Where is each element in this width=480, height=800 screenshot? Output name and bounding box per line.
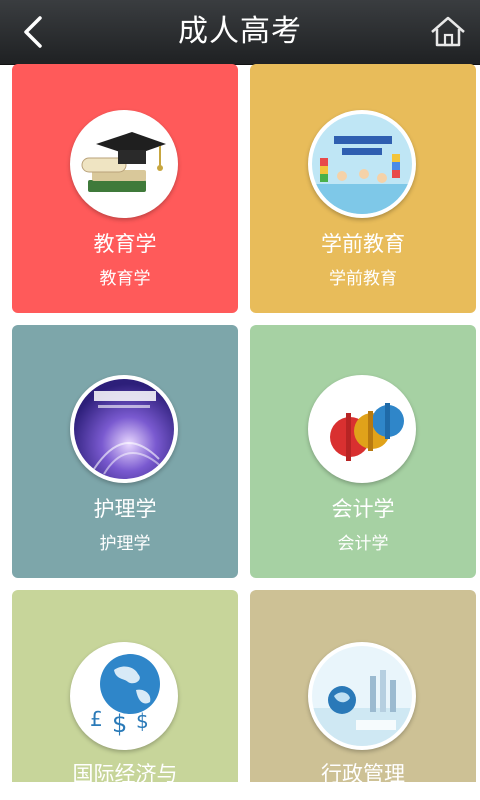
course-card-nursing[interactable]: 护理学 护理学	[12, 325, 238, 578]
course-avatar	[308, 375, 416, 483]
course-title: 教育学	[93, 232, 157, 256]
course-card-economics[interactable]: £ $ $ 国际经济与	[12, 590, 238, 800]
course-grid: 教育学 教育学 学前教育 学前教育 护理学 护理学 会计学 会计学 £ $ $ …	[0, 64, 480, 800]
course-card-education[interactable]: 教育学 教育学	[12, 64, 238, 313]
course-avatar	[308, 110, 416, 218]
graduation-cap-books-image	[74, 114, 174, 214]
svg-text:£: £	[90, 707, 103, 731]
course-title: 护理学	[93, 497, 157, 521]
course-title: 学前教育	[321, 232, 405, 256]
course-subtitle: 护理学	[99, 534, 151, 554]
course-title: 会计学	[331, 497, 395, 521]
currency-symbols-image	[312, 379, 412, 479]
home-button[interactable]	[428, 12, 468, 52]
bottom-strip	[0, 782, 480, 800]
home-icon	[431, 16, 465, 47]
course-card-admin[interactable]: 行政管理	[250, 590, 476, 800]
course-avatar	[70, 110, 178, 218]
course-avatar	[308, 642, 416, 750]
course-avatar: £ $ $	[70, 642, 178, 750]
course-subtitle: 会计学	[337, 534, 389, 554]
children-blocks-image	[312, 114, 412, 214]
course-card-accounting[interactable]: 会计学 会计学	[250, 325, 476, 578]
top-bar: 成人高考	[0, 0, 480, 65]
course-card-preschool[interactable]: 学前教育 学前教育	[250, 64, 476, 313]
course-subtitle: 教育学	[99, 269, 151, 289]
globe-city-image	[312, 646, 412, 746]
course-avatar	[70, 375, 178, 483]
nursing-book-cover-image	[74, 379, 174, 479]
globe-currency-image: £ $ $	[74, 646, 174, 746]
svg-text:$: $	[112, 710, 127, 738]
page-title: 成人高考	[178, 14, 302, 49]
svg-text:$: $	[136, 709, 149, 733]
course-subtitle: 学前教育	[329, 269, 397, 289]
